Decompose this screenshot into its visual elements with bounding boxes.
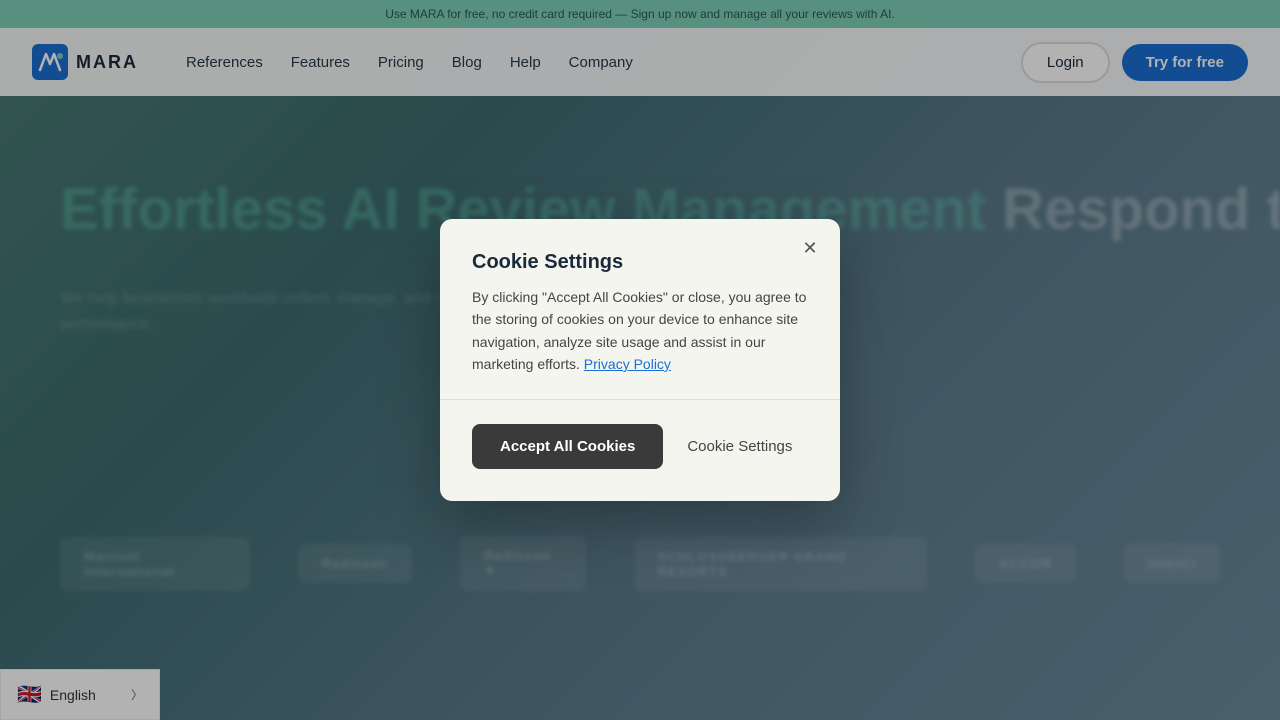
modal-actions: Accept All Cookies Cookie Settings bbox=[472, 424, 808, 469]
privacy-policy-link[interactable]: Privacy Policy bbox=[584, 356, 671, 372]
accept-all-cookies-button[interactable]: Accept All Cookies bbox=[472, 424, 663, 469]
cookie-modal: ✕ Cookie Settings By clicking "Accept Al… bbox=[440, 219, 840, 502]
modal-title: Cookie Settings bbox=[472, 251, 808, 274]
modal-close-button[interactable]: ✕ bbox=[796, 235, 824, 263]
modal-overlay: ✕ Cookie Settings By clicking "Accept Al… bbox=[0, 0, 1280, 720]
cookie-settings-button[interactable]: Cookie Settings bbox=[687, 438, 792, 455]
modal-body: By clicking "Accept All Cookies" or clos… bbox=[472, 286, 808, 376]
modal-divider bbox=[440, 399, 840, 400]
